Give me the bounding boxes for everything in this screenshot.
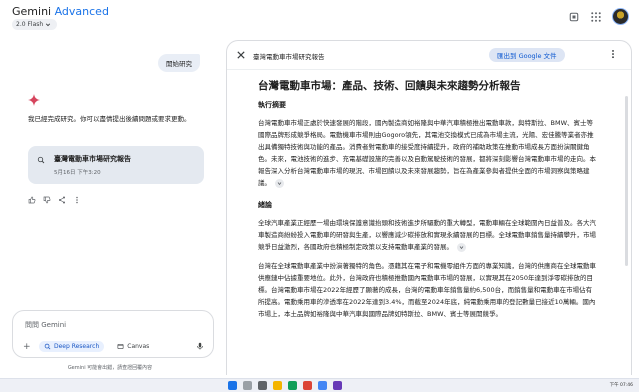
share-icon[interactable] (58, 196, 66, 204)
disclaimer-text: Gemini 可能會出錯，請查證回覆內容 (67, 365, 153, 371)
app-icon[interactable] (333, 381, 342, 390)
model-selector[interactable]: 2.0 Flash (12, 19, 58, 30)
close-icon[interactable] (237, 51, 245, 59)
top-bar: Gemini Advanced 2.0 Flash (0, 0, 639, 34)
document-header: 臺灣電動車市場研究報告 匯出到 Google 文件 (227, 41, 631, 70)
section-heading: 執行摘要 (258, 101, 286, 109)
task-view-icon[interactable] (258, 381, 267, 390)
brand-gemini: Gemini (12, 5, 52, 18)
microphone-icon[interactable] (196, 342, 204, 350)
paragraph-text: 台灣電動車市場正處於快速發展的階段，國內製造商如裕隆與中華汽車積極推出電動車款，… (258, 119, 596, 187)
report-card-date: 5月16日 下午3:20 (54, 170, 101, 176)
paragraph: 台灣在全球電動車產業中扮演著獨特的角色。憑藉其在電子和電機零組件方面的專業知識，… (258, 260, 598, 320)
model-label: 2.0 Flash (16, 21, 44, 28)
apps-grid-icon[interactable] (590, 11, 602, 23)
document-title: 台灣電動車市場：產品、技術、回饋與未來趨勢分析報告 (258, 80, 521, 92)
paragraph: 台灣電動車市場正處於快速發展的階段，國內製造商如裕隆與中華汽車積極推出電動車款，… (258, 117, 598, 189)
scrollbar[interactable] (625, 96, 628, 266)
deep-research-label: Deep Research (54, 343, 100, 350)
deep-research-button[interactable]: Deep Research (39, 341, 105, 352)
file-explorer-icon[interactable] (273, 381, 282, 390)
gemini-spark-icon (28, 94, 40, 106)
more-vert-icon[interactable] (73, 196, 81, 204)
search-icon[interactable] (243, 381, 252, 390)
prompt-input[interactable]: 問問 Gemini (25, 320, 66, 330)
avatar[interactable] (612, 8, 629, 25)
user-message: 開始研究 (158, 54, 200, 72)
chat-panel: 開始研究 我已經完成研究。你可以盡情提出後續問題或要求更動。 臺灣電動車市場研究… (0, 34, 220, 392)
add-icon[interactable]: + (23, 342, 31, 352)
prompt-input-box[interactable]: 問問 Gemini + Deep Research Canvas (12, 310, 214, 358)
thumbs-down-icon[interactable] (43, 196, 51, 204)
deep-research-icon (44, 343, 51, 350)
document-header-title: 臺灣電動車市場研究報告 (253, 53, 325, 61)
thumbs-up-icon[interactable] (28, 196, 36, 204)
taskbar-clock: 下午 07:46 (609, 383, 633, 388)
paragraph: 全球汽車產業正經歷一場由環境保護意識抬頭和技術進步所驅動的重大轉型，電動車輛在全… (258, 217, 598, 253)
canvas-label: Canvas (127, 343, 150, 350)
store-icon[interactable] (318, 381, 327, 390)
canvas-button[interactable]: Canvas (112, 341, 154, 352)
brand-advanced: Advanced (54, 5, 109, 18)
os-taskbar: 下午 07:46 (0, 378, 639, 392)
chrome-browser-icon[interactable] (303, 381, 312, 390)
edge-browser-icon[interactable] (288, 381, 297, 390)
section-heading: 緒論 (258, 201, 272, 209)
windows-start-icon[interactable] (228, 381, 237, 390)
assistant-reply: 我已經完成研究。你可以盡情提出後續問題或要求更動。 (28, 115, 191, 123)
export-to-docs-button[interactable]: 匯出到 Google 文件 (489, 48, 565, 62)
expand-chevron-icon[interactable] (457, 242, 466, 252)
app-title[interactable]: Gemini Advanced (12, 5, 109, 18)
document-body: 台灣電動車市場：產品、技術、回饋與未來趨勢分析報告 執行摘要 台灣電動車市場正處… (258, 78, 598, 320)
document-panel: 臺灣電動車市場研究報告 匯出到 Google 文件 台灣電動車市場：產品、技術、… (226, 40, 632, 375)
report-card[interactable]: 臺灣電動車市場研究報告 5月16日 下午3:20 (28, 146, 204, 184)
memory-icon[interactable] (568, 11, 580, 23)
chevron-down-icon (46, 22, 51, 26)
expand-chevron-icon[interactable] (275, 178, 284, 188)
canvas-icon (117, 344, 124, 349)
report-card-title: 臺灣電動車市場研究報告 (54, 155, 131, 163)
more-vert-icon[interactable] (608, 49, 618, 59)
feedback-bar (28, 196, 81, 204)
paragraph-text: 全球汽車產業正經歷一場由環境保護意識抬頭和技術進步所驅動的重大轉型，電動車輛在全… (258, 219, 596, 251)
paragraph-text: 台灣在全球電動車產業中扮演著獨特的角色。憑藉其在電子和電機零組件方面的專業知識，… (258, 262, 596, 318)
research-icon (37, 156, 45, 164)
